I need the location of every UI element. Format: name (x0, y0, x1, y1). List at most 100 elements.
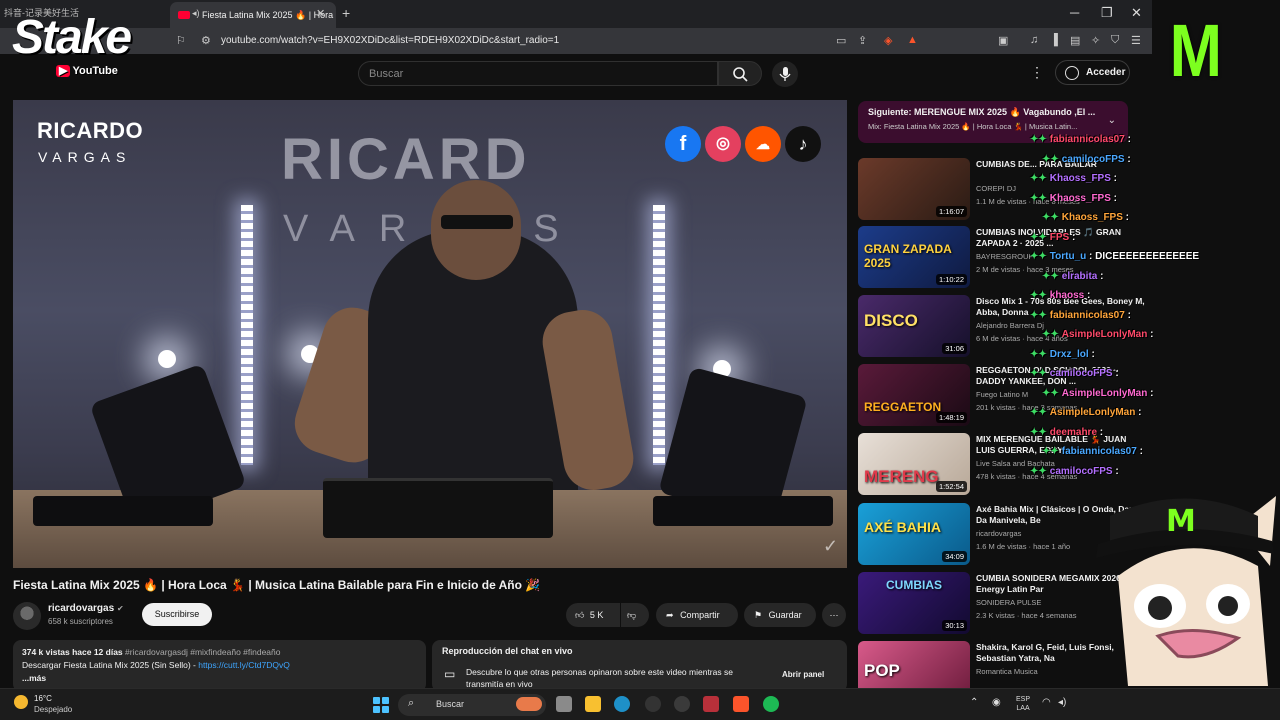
video-player[interactable]: RICARD VARGAS RICARDO VARGAS f ◎ ☁ ♪ ✓ (13, 100, 847, 568)
wallet-icon[interactable]: ▤ (1070, 34, 1080, 47)
input-language[interactable]: ESP LAA (1016, 695, 1030, 713)
new-tab-button[interactable]: + (342, 5, 350, 21)
chat-text: : (1112, 368, 1119, 379)
recommendation-meta: 2.3 K vistas · hace 4 semanas (976, 611, 1077, 620)
sign-in-button[interactable]: Acceder (1055, 60, 1130, 85)
download-link[interactable]: https://cutt.ly/Ctd7DQvQ (198, 660, 290, 670)
chat-badge-icon: ✦✦ (1030, 407, 1047, 418)
video-thumbnail[interactable]: 1:16:07 (858, 158, 970, 220)
more-actions-button[interactable]: ⋯ (822, 603, 846, 627)
share-icon[interactable]: ⇪ (858, 34, 867, 47)
show-more-link[interactable]: ...más (22, 672, 417, 685)
file-explorer-icon[interactable] (585, 696, 601, 712)
chat-username: khaoss (1049, 290, 1085, 301)
bookmark-icon[interactable]: ⚐ (176, 34, 186, 47)
video-thumbnail[interactable]: GRAN ZAPADA 2025 1:10:22 (858, 226, 970, 288)
app-icon[interactable] (674, 696, 690, 712)
channel-avatar[interactable] (13, 602, 41, 630)
thumbnail-text: REGGAETON (864, 400, 942, 414)
minimize-button[interactable]: ─ (1070, 5, 1079, 20)
url-field[interactable]: youtube.com/watch?v=EH9X02XDiDc&list=RDE… (221, 35, 559, 46)
more-options-icon[interactable]: ⋮ (1030, 64, 1044, 81)
task-view-icon[interactable] (556, 696, 572, 712)
chat-message: ✦✦ Tortu_u : DICEEEEEEEEEEEEE (1030, 251, 1199, 262)
brave-browser-icon[interactable] (733, 696, 749, 712)
chat-message: ✦✦ AsimpleLonlyMan : (1030, 407, 1141, 418)
save-button[interactable]: ⚑ Guardar (744, 603, 816, 627)
thumbnail-text: MERENG (864, 467, 939, 486)
voice-search-button[interactable] (772, 61, 798, 87)
windows-logo-icon (382, 697, 389, 704)
tray-chevron-icon[interactable]: ⌃ (970, 697, 978, 708)
search-icon (733, 67, 748, 82)
chevron-down-icon[interactable]: ⌄ (1108, 115, 1116, 126)
recommendation-channel: Romantica Musica (976, 667, 1038, 676)
video-thumbnail[interactable]: DISCO 31:06 (858, 295, 970, 357)
app-icon[interactable] (645, 696, 661, 712)
recommendation-channel: COREPI DJ (976, 184, 1017, 193)
duration-badge: 1:52:54 (935, 481, 967, 492)
start-button[interactable] (373, 697, 389, 713)
thumbs-down-icon: 👎︎ (627, 610, 637, 620)
stage-light (158, 350, 176, 368)
taskbar-search[interactable]: ⌕ Buscar (398, 694, 546, 716)
chat-icon: ▭ (444, 667, 456, 681)
leo-icon[interactable]: ✧ (1091, 34, 1100, 47)
dislike-button[interactable]: 👎︎ (621, 603, 649, 627)
close-window-button[interactable]: ✕ (1131, 5, 1142, 21)
video-thumbnail[interactable]: AXÉ BAHIA 34:09 (858, 503, 970, 565)
weather-temperature[interactable]: 16°C (34, 694, 52, 703)
maximize-button[interactable]: ❐ (1101, 5, 1113, 21)
chat-username: Khaoss_FPS (1049, 173, 1111, 184)
music-icon[interactable]: ♫ (1030, 34, 1038, 46)
chat-badge-icon: ✦✦ (1042, 446, 1059, 457)
video-thumbnail[interactable]: MERENG 1:52:54 (858, 433, 970, 495)
chat-username: Drxz_lol (1049, 348, 1089, 360)
chat-message: ✦✦ Khaoss_FPS : (1030, 173, 1117, 184)
sidebar-icon[interactable]: ▐ (1050, 34, 1058, 46)
subscribe-button[interactable]: Suscribirse (142, 603, 212, 626)
duration-badge: 30:13 (942, 620, 967, 631)
soundcloud-icon: ☁ (745, 126, 781, 162)
video-thumbnail[interactable]: REGGAETON 1:48:19 (858, 364, 970, 426)
chat-badge-icon: ✦✦ (1030, 192, 1047, 204)
up-next-subtitle: Mix: Fiesta Latina Mix 2025 🔥 | Hora Loc… (868, 122, 1078, 131)
windows-taskbar: 16°C Despejado ⌕ Buscar ⌃ ◉ ESP LAA ◠ ◂) (0, 688, 1280, 720)
app-icon[interactable] (703, 696, 719, 712)
channel-name[interactable]: ricardovargas (48, 603, 114, 614)
extensions-icon[interactable]: ▣ (998, 34, 1008, 47)
video-thumbnail[interactable]: POP (858, 641, 970, 688)
video-thumbnail[interactable]: CUMBIAS 30:13 (858, 572, 970, 634)
chat-text: : (1110, 192, 1118, 204)
site-info-icon[interactable]: ⚙ (201, 34, 211, 47)
volume-icon[interactable]: ◂) (1058, 697, 1066, 708)
cast-icon[interactable]: ▭ (836, 34, 846, 47)
recommendation-channel: SONIDERA PULSE (976, 598, 1042, 607)
chat-username: AsimpleLonlyMan (1061, 329, 1148, 340)
brave-shield-icon[interactable]: ◈ (884, 34, 892, 47)
chat-username: FPS (1049, 231, 1070, 243)
chat-badge-icon: ✦✦ (1030, 251, 1047, 262)
tab-active[interactable]: ◂) Fiesta Latina Mix 2025 🔥 | Hora (170, 2, 336, 28)
vpn-icon[interactable]: ⛉ (1111, 34, 1119, 47)
description-box[interactable]: 374 k vistas hace 12 días #ricardovargas… (13, 640, 426, 688)
svg-text:M: M (1166, 504, 1196, 539)
edge-icon[interactable] (614, 696, 630, 712)
duration-badge: 34:09 (942, 551, 967, 562)
open-panel-button[interactable]: Abrir panel (782, 670, 824, 679)
menu-icon[interactable]: ☰ (1131, 34, 1141, 47)
share-button[interactable]: ➦ Compartir (656, 603, 738, 627)
spotify-icon[interactable] (763, 696, 779, 712)
like-button[interactable]: 👍︎ 5 K (566, 603, 620, 627)
wifi-icon[interactable]: ◠ (1042, 697, 1051, 708)
hashtags[interactable]: #ricardovargasdj #mixfindeaño #findeaño (125, 647, 280, 657)
weather-description[interactable]: Despejado (34, 705, 72, 714)
rewards-icon[interactable]: ▲ (907, 34, 918, 46)
chat-username: camilocoFPS (1061, 153, 1125, 165)
search-input[interactable]: Buscar (358, 61, 718, 86)
discord-tray-icon[interactable]: ◉ (992, 697, 1001, 708)
taskbar-search-label: Buscar (436, 699, 465, 709)
share-label: Compartir (680, 610, 720, 620)
search-button[interactable] (718, 61, 762, 86)
tab-close-icon[interactable]: ✕ (316, 7, 325, 20)
